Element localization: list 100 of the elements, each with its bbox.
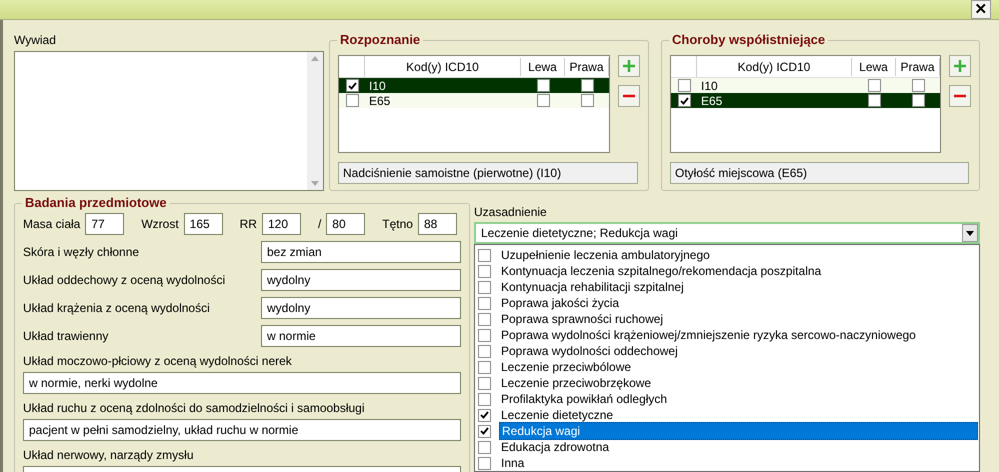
field-label: Układ krążenia z oceną wydolności [23, 300, 210, 317]
field-label: Układ trawienny [23, 328, 108, 345]
input-field[interactable]: 80 [326, 213, 366, 235]
input-field[interactable]: pacjent w pełni samodzielny, układ ruchu w normie [23, 419, 461, 441]
column-header: Prawa [896, 58, 940, 76]
field-label: Wywiad [14, 32, 57, 48]
option-label: Profilaktyka powikłań odległych [500, 391, 668, 407]
check-icon [680, 96, 688, 104]
option-label: Poprawa jakości życia [500, 295, 620, 311]
option-item[interactable]: Inna [478, 455, 978, 471]
add-button[interactable] [949, 55, 971, 77]
checkbox[interactable] [478, 296, 491, 310]
remove-button[interactable] [618, 85, 640, 107]
add-button[interactable] [618, 55, 640, 77]
checkbox[interactable] [868, 79, 880, 92]
input-field[interactable]: w normie, nerki wydolne [23, 372, 461, 394]
option-label: Poprawa sprawności ruchowej [500, 311, 664, 327]
option-label: Kontynuacja rehabilitacji szpitalnej [500, 279, 685, 295]
checkbox[interactable] [478, 248, 491, 262]
checkbox[interactable] [580, 79, 594, 92]
option-item[interactable]: Leczenie przeciwbólowe [478, 359, 978, 375]
checkbox[interactable] [478, 264, 491, 278]
scrollbar[interactable] [307, 52, 323, 190]
table-row[interactable]: E65 [671, 93, 940, 108]
table-row[interactable]: I10 [671, 78, 940, 93]
option-label: Edukacja zdrowotna [500, 439, 610, 455]
input-field[interactable]: 165 [184, 213, 223, 235]
option-item[interactable]: Kontynuacja leczenia szpitalnego/rekomendacja poszpitalna [478, 263, 978, 279]
field-label: Układ nerwowy, narządy zmysłu [23, 447, 195, 463]
checkbox[interactable] [346, 79, 358, 92]
option-label: Leczenie przeciwbólowe [500, 359, 632, 375]
column-header: Lewa [521, 58, 565, 76]
close-button[interactable]: ✕ [971, 0, 991, 19]
checkbox[interactable] [478, 408, 491, 422]
option-item[interactable]: Poprawa jakości życia [478, 295, 978, 311]
column-header: Kod(y) ICD10 [697, 58, 852, 76]
field-label: Wzrost [141, 216, 179, 233]
remove-button[interactable] [949, 85, 971, 107]
checkbox[interactable] [478, 312, 491, 326]
checkbox[interactable] [478, 456, 491, 470]
option-label: Poprawa wydolności oddechowej [500, 343, 679, 359]
input-field[interactable]: w normie [261, 325, 461, 347]
checkbox[interactable] [536, 94, 550, 107]
input-field[interactable]: wydolny [261, 297, 461, 319]
table-row[interactable]: E65 [339, 93, 609, 108]
justification-combobox[interactable]: Leczenie dietetyczne; Redukcja wagi [474, 222, 980, 244]
checkbox[interactable] [912, 94, 924, 107]
field-label: / [318, 216, 322, 233]
option-label: Inna [500, 455, 526, 471]
code-cell-text: I10 [368, 78, 387, 94]
interview-textarea[interactable] [14, 51, 324, 191]
field-label: Tętno [382, 216, 413, 233]
option-item[interactable]: Poprawa wydolności oddechowej [478, 343, 978, 359]
description-field: Otyłość miejscowa (E65) [670, 162, 969, 184]
checkbox[interactable] [478, 392, 491, 406]
checkbox[interactable] [868, 94, 880, 107]
option-item[interactable]: Poprawa sprawności ruchowej [478, 311, 978, 327]
group-title: Badania przedmiotowe [22, 195, 170, 211]
checkbox[interactable] [678, 79, 690, 92]
checkbox[interactable] [678, 94, 690, 107]
checkbox[interactable] [478, 280, 491, 294]
checkbox[interactable] [346, 94, 358, 107]
field-label: Układ moczowo-płciowy z oceną wydolności nerek [23, 353, 293, 369]
checkbox[interactable] [478, 424, 491, 438]
plus-icon [622, 59, 636, 73]
option-item[interactable]: Leczenie dietetyczne [478, 407, 978, 423]
code-cell-text: I10 [700, 78, 719, 94]
minus-icon [953, 94, 967, 98]
dropdown-button[interactable] [962, 224, 978, 242]
checkbox[interactable] [478, 344, 491, 358]
plus-icon [953, 59, 967, 73]
input-field[interactable]: 120 [262, 213, 301, 235]
option-label: Uzupełnienie leczenia ambulatoryjnego [500, 247, 711, 263]
option-item[interactable]: Leczenie przeciwobrzękowe [478, 375, 978, 391]
code-cell-text: E65 [368, 92, 392, 110]
checkbox[interactable] [580, 94, 594, 107]
input-field[interactable]: 88 [418, 213, 457, 235]
option-item[interactable]: Kontynuacja rehabilitacji szpitalnej [478, 279, 978, 295]
option-label: Poprawa wydolności krążeniowej/zmniejszenie ryzyka sercowo-naczyniowego [500, 327, 917, 343]
scroll-up-icon [311, 56, 319, 61]
input-field[interactable]: wydolny [261, 269, 461, 291]
option-item[interactable]: Edukacja zdrowotna [478, 439, 978, 455]
field-label: Układ ruchu z oceną zdolności do samodzielności i samoobsługi [23, 400, 366, 416]
option-item[interactable]: Poprawa wydolności krążeniowej/zmniejszenie ryzyka sercowo-naczyniowego [478, 327, 978, 343]
scroll-down-icon [311, 181, 319, 186]
option-item[interactable]: Profilaktyka powikłań odległych [478, 391, 978, 407]
code-cell-text: E65 [700, 92, 724, 110]
option-label: Kontynuacja leczenia szpitalnego/rekomendacja poszpitalna [500, 263, 822, 279]
field-label: Skóra i węzły chłonne [23, 244, 140, 261]
table-row[interactable]: I10 [339, 78, 609, 93]
input-field[interactable]: bez zmian [261, 241, 461, 263]
checkbox[interactable] [912, 79, 924, 92]
option-item[interactable]: Uzupełnienie leczenia ambulatoryjnego [478, 247, 978, 263]
checkbox[interactable] [478, 360, 491, 374]
column-header: Lewa [852, 58, 896, 76]
input-field[interactable]: 77 [85, 213, 124, 235]
checkbox[interactable] [478, 328, 491, 342]
checkbox[interactable] [478, 440, 491, 454]
checkbox[interactable] [536, 79, 550, 92]
checkbox[interactable] [478, 376, 491, 390]
